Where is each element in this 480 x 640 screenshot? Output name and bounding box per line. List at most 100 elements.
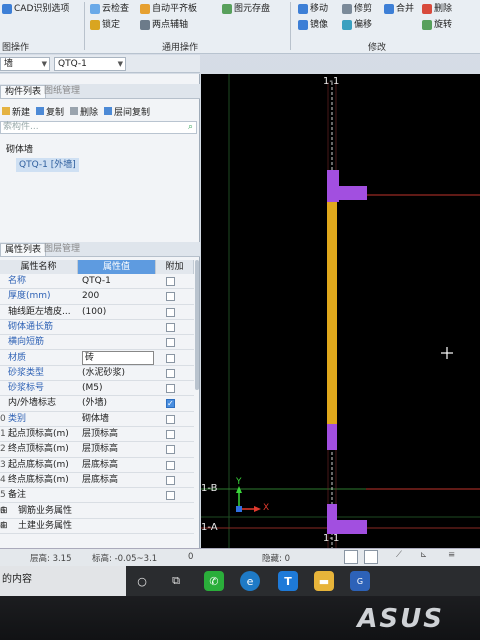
property-row[interactable]: 0 类别 砌体墙 — [0, 412, 194, 427]
property-tabs: 属性列表 图层管理 — [0, 242, 200, 257]
extra-checkbox[interactable] — [166, 307, 175, 317]
property-row[interactable]: 4 终点底标高(m) 层底标高 — [0, 473, 194, 489]
merge-button[interactable]: 合并 — [384, 2, 414, 16]
property-value[interactable]: (外墙) — [82, 396, 154, 411]
extra-checkbox[interactable] — [166, 414, 175, 424]
component-search-input[interactable]: 索构件... ⌕ — [0, 121, 197, 134]
ribbon-toolbar: CAD识别选项 云检查 自动平齐板 图元存盘 移动 修剪 合并 删除 锁定 两点… — [0, 0, 480, 54]
property-value[interactable]: 层底标高 — [82, 458, 154, 473]
property-row[interactable]: 名称 QTQ-1 — [0, 274, 194, 290]
column-bottom — [327, 504, 337, 534]
row-number: 4 — [0, 474, 6, 485]
grid-toggle-button[interactable] — [364, 550, 378, 564]
extra-checkbox[interactable] — [166, 368, 175, 378]
delete-button[interactable]: 删除 — [422, 2, 452, 16]
ribbon-divider — [290, 2, 291, 50]
property-scrollbar[interactable] — [195, 260, 199, 390]
property-row[interactable]: 砌体通长筋 — [0, 320, 194, 336]
extra-checkbox[interactable] — [166, 475, 175, 485]
property-row[interactable]: 砂浆类型 (水泥砂浆) — [0, 366, 194, 382]
task-view-icon[interactable]: ⧉ — [166, 571, 186, 591]
file-explorer-icon[interactable]: ▬ — [314, 571, 334, 591]
property-value[interactable]: 砖 — [82, 350, 154, 365]
taskbar-search-box[interactable]: 的内容 — [0, 566, 126, 596]
tree-item-qtq1[interactable]: QTQ-1 [外墙] — [16, 158, 79, 172]
cloud-check-button[interactable]: 云检查 — [90, 2, 129, 16]
rotate-button[interactable]: 旋转 — [422, 18, 452, 32]
property-row[interactable]: 4 ⊞ 土建业务属性 — [0, 519, 194, 535]
move-button[interactable]: 移动 — [298, 2, 328, 16]
edge-browser-icon[interactable]: e — [240, 571, 260, 591]
property-row[interactable]: 横向短筋 — [0, 335, 194, 351]
trim-button[interactable]: 修剪 — [342, 2, 372, 16]
property-row[interactable]: 砂浆标号 (M5) — [0, 381, 194, 397]
tab-drawing-management[interactable]: 图纸管理 — [40, 85, 84, 98]
trim-icon — [342, 4, 352, 14]
property-row[interactable]: 3 起点底标高(m) 层底标高 — [0, 458, 194, 473]
extra-checkbox[interactable] — [166, 353, 175, 363]
property-row[interactable]: 2 终点顶标高(m) 层顶标高 — [0, 442, 194, 458]
save-element-button[interactable]: 图元存盘 — [222, 2, 270, 16]
extra-checkbox[interactable] — [166, 430, 175, 439]
property-row[interactable]: 内/外墙标志 (外墙) — [0, 396, 194, 412]
property-value[interactable]: 层底标高 — [82, 473, 154, 488]
extra-checkbox[interactable] — [166, 460, 175, 470]
lock-icon — [90, 20, 100, 30]
extra-checkbox[interactable] — [166, 292, 175, 302]
glodon-t-app-icon[interactable]: T — [278, 571, 298, 591]
auto-align-slab-button[interactable]: 自动平齐板 — [140, 2, 197, 16]
floor-copy-button[interactable]: 层间复制 — [104, 105, 150, 118]
column-top-flange — [339, 186, 367, 200]
polar-icon[interactable]: ⊾ — [420, 550, 427, 560]
snap-toggle-button[interactable] — [344, 550, 358, 564]
extra-checkbox[interactable] — [166, 445, 175, 455]
gtj-app-icon[interactable]: G — [350, 571, 370, 591]
two-point-axis-button[interactable]: 两点辅轴 — [140, 18, 188, 32]
cad-recognition-options-button[interactable]: CAD识别选项 — [2, 2, 69, 16]
extra-checkbox[interactable] — [166, 322, 175, 332]
element-type-value: 墙 — [4, 59, 14, 69]
extra-checkbox[interactable] — [166, 384, 175, 394]
property-value[interactable]: 层顶标高 — [82, 442, 154, 457]
status-hidden-count: 隐藏: 0 — [262, 554, 290, 564]
property-value[interactable]: 层顶标高 — [82, 427, 154, 442]
tab-layer-management[interactable]: 图层管理 — [40, 243, 84, 256]
drawing-svg — [201, 74, 480, 548]
mirror-button[interactable]: 镜像 — [298, 18, 328, 32]
extra-checkbox[interactable] — [166, 491, 175, 501]
property-value[interactable]: (M5) — [82, 381, 154, 396]
monitor-photo: CAD识别选项 云检查 自动平齐板 图元存盘 移动 修剪 合并 删除 锁定 两点… — [0, 0, 480, 640]
property-value[interactable]: 砌体墙 — [82, 412, 154, 427]
delete-component-button[interactable]: 删除 — [70, 105, 98, 118]
property-row[interactable]: 厚度(mm) 200 — [0, 289, 194, 305]
copy-button[interactable]: 复制 — [36, 105, 64, 118]
property-value[interactable]: (水泥砂浆) — [82, 366, 154, 381]
element-name-select[interactable]: QTQ-1 ▼ — [54, 57, 126, 71]
left-panel: 构件列表 图纸管理 新建 复制 删除 层间复制 索构件... ⌕ 砌体墙 QTQ-… — [0, 74, 200, 566]
layer-icon[interactable]: ≡ — [448, 550, 455, 560]
tree-root-masonry-wall[interactable]: 砌体墙 — [6, 142, 33, 155]
ucs-y-label: Y — [236, 477, 242, 487]
wechat-icon[interactable]: ✆ — [204, 571, 224, 591]
property-row[interactable]: 5 备注 — [0, 488, 194, 504]
property-value[interactable]: (100) — [82, 305, 154, 320]
property-row[interactable]: 1 起点顶标高(m) 层顶标高 — [0, 427, 194, 443]
extra-checkbox[interactable] — [166, 396, 175, 411]
ortho-icon[interactable]: ⟋ — [396, 550, 402, 560]
status-floor-height: 层高: 3.15 — [30, 554, 72, 564]
element-type-select[interactable]: 墙 ▼ — [0, 57, 50, 71]
extra-checkbox[interactable] — [166, 338, 175, 348]
lock-button[interactable]: 锁定 — [90, 18, 120, 32]
property-value[interactable]: 200 — [82, 289, 154, 304]
drawing-canvas[interactable]: 1-1 1-1 1-B 1-A X Y — [201, 74, 480, 548]
property-row[interactable]: 6 ⊞ 钢筋业务属性 — [0, 504, 194, 519]
extra-checkbox[interactable] — [166, 277, 175, 286]
property-value[interactable]: QTQ-1 — [82, 274, 154, 289]
cortana-icon[interactable]: ○ — [132, 571, 152, 591]
wall-segment — [327, 202, 337, 424]
property-row[interactable]: 材质 砖 — [0, 350, 194, 366]
offset-button[interactable]: 偏移 — [342, 18, 372, 32]
property-name: 终点顶标高(m) — [8, 444, 69, 455]
new-button[interactable]: 新建 — [2, 105, 30, 118]
property-row[interactable]: 轴线距左墙皮... (100) — [0, 305, 194, 320]
